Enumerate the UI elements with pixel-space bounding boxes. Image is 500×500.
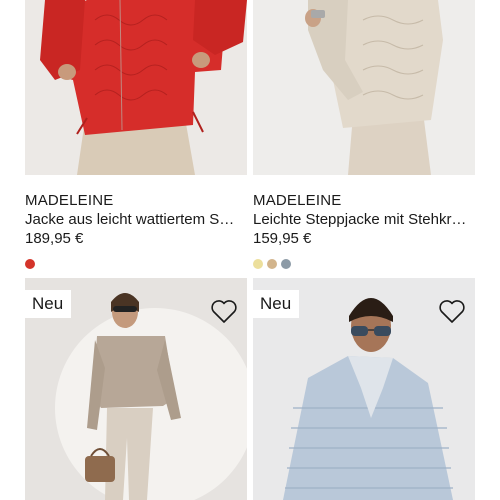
product-card[interactable]: Neu [25, 278, 247, 500]
product-image-beige-quilted-jacket[interactable] [253, 0, 475, 175]
product-card[interactable]: MADELEINE Leichte Steppjacke mit Stehkr…… [253, 0, 475, 269]
new-badge: Neu [253, 290, 300, 318]
product-card[interactable]: MADELEINE Jacke aus leicht wattiertem S…… [25, 0, 247, 269]
new-badge: Neu [25, 290, 72, 318]
wishlist-button[interactable] [437, 296, 467, 326]
color-swatch[interactable] [267, 259, 277, 269]
product-image-taupe-look[interactable]: Neu [25, 278, 247, 500]
color-swatch[interactable] [281, 259, 291, 269]
heart-outline-icon [211, 300, 237, 323]
product-title[interactable]: Jacke aus leicht wattiertem S… [25, 211, 247, 229]
product-price: 159,95 € [253, 230, 312, 247]
color-swatches [25, 259, 247, 269]
product-image-red-quilted-jacket[interactable] [25, 0, 247, 175]
color-swatch[interactable] [253, 259, 263, 269]
product-brand: MADELEINE [25, 192, 114, 209]
color-swatch[interactable] [25, 259, 35, 269]
heart-outline-icon [439, 300, 465, 323]
product-price: 189,95 € [25, 230, 84, 247]
product-title[interactable]: Leichte Steppjacke mit Stehkr… [253, 211, 475, 229]
product-image-light-blue-quilted-jacket[interactable]: Neu [253, 278, 475, 500]
product-card[interactable]: Neu [253, 278, 475, 500]
product-brand: MADELEINE [253, 192, 342, 209]
color-swatches [253, 259, 475, 269]
wishlist-button[interactable] [209, 296, 239, 326]
